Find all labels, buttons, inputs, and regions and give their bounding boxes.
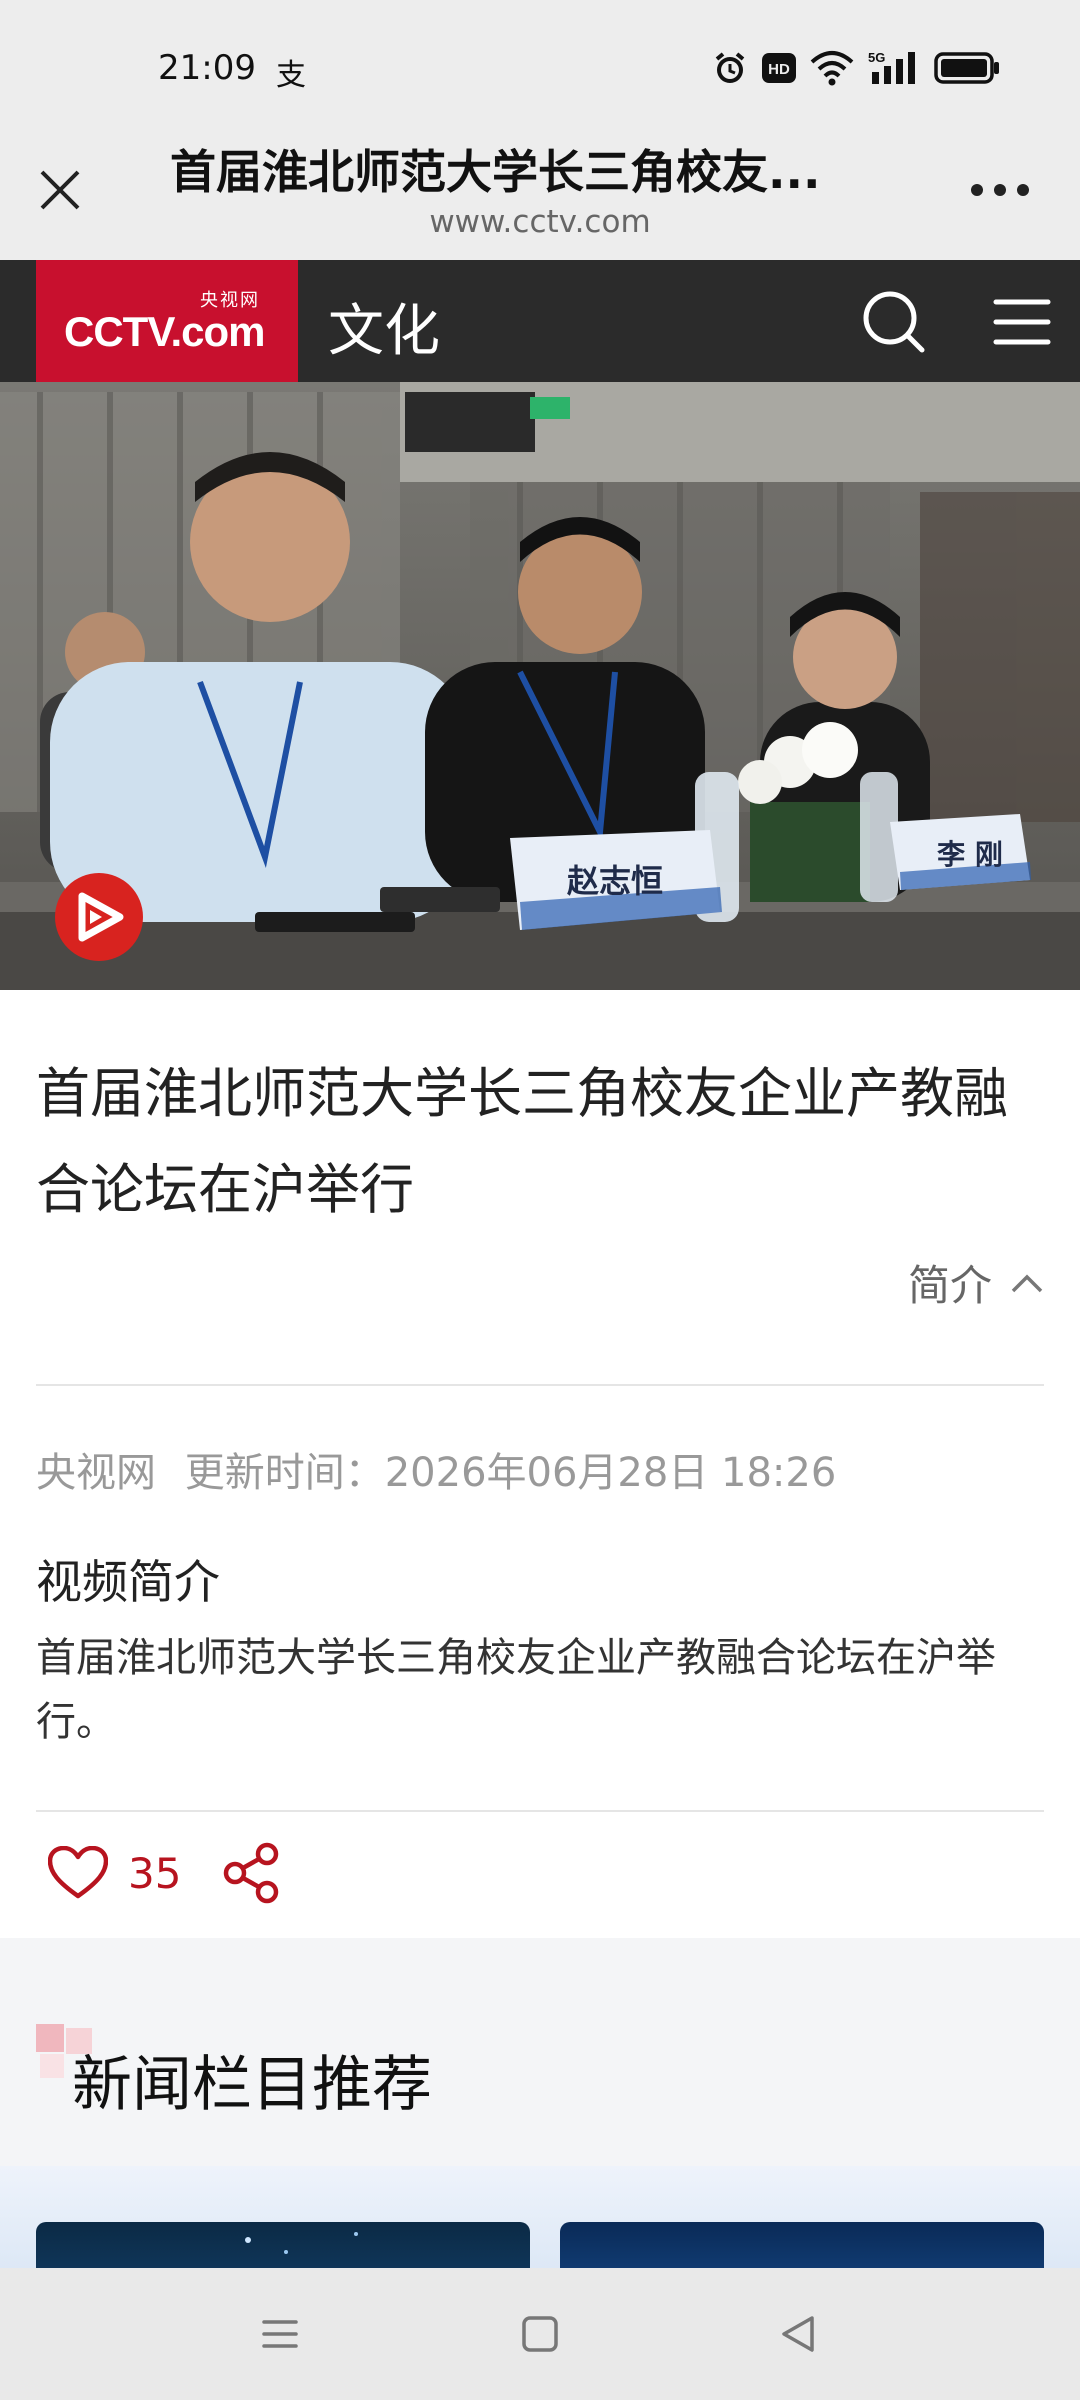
cctv-logo[interactable]: 央视网 CCTV.com <box>36 260 298 382</box>
section-title[interactable]: 文化 <box>328 286 440 367</box>
network-label: 5G <box>868 50 885 65</box>
name-card-1: 赵志恒 <box>567 862 663 900</box>
site-header: 央视网 CCTV.com 文化 <box>0 260 1080 382</box>
intro-toggle-button[interactable]: 简介 <box>908 1252 1044 1313</box>
browser-title-bar: 首届淮北师范大学长三角校友... www.cctv.com <box>0 120 1080 260</box>
search-icon[interactable] <box>858 286 930 358</box>
more-button[interactable] <box>960 160 1040 220</box>
page-title: 首届淮北师范大学长三角校友... <box>170 145 821 199</box>
nav-back-button[interactable] <box>768 2304 828 2364</box>
recommend-title: 新闻栏目推荐 <box>72 2050 432 2120</box>
nav-home-button[interactable] <box>510 2304 570 2364</box>
video-thumbnail[interactable]: 赵志恒 李 刚 <box>0 382 1080 990</box>
menu-icon[interactable] <box>990 290 1054 354</box>
back-triangle-icon <box>782 2316 814 2352</box>
article-source: 央视网 <box>36 1450 156 1496</box>
nav-menu-button[interactable] <box>250 2304 310 2364</box>
recommend-card[interactable] <box>36 2222 530 2268</box>
article-actions: 35 <box>48 1842 283 1904</box>
video-play-icon[interactable] <box>54 872 144 962</box>
article-title: 首届淮北师范大学长三角校友企业产教融合论坛在沪举行 <box>36 1062 1008 1221</box>
menu-icon <box>262 2320 298 2348</box>
name-card-2: 李 刚 <box>937 838 1003 871</box>
status-icons: HD 5G <box>712 50 1000 86</box>
description-body: 首届淮北师范大学长三角校友企业产教融合论坛在沪举行。 <box>36 1635 996 1745</box>
alarm-icon <box>715 52 745 83</box>
logo-main-text: CCTV.com <box>64 308 266 355</box>
5g-signal-icon: 5G <box>868 50 915 84</box>
chevron-up-icon <box>1011 1274 1043 1292</box>
status-bar: 21:09 支 HD 5G <box>0 0 1080 120</box>
hd-label: HD <box>768 61 790 78</box>
status-time: 21:09 <box>158 48 256 88</box>
share-icon[interactable] <box>221 1842 283 1904</box>
updated-time: 2026年06月28日 18:26 <box>384 1450 837 1496</box>
video-thumbnail-image: 赵志恒 李 刚 <box>0 382 1080 990</box>
system-nav-bar <box>0 2268 1080 2400</box>
updated-label: 更新时间： <box>184 1450 385 1496</box>
divider <box>36 1810 1044 1812</box>
more-icon <box>971 184 1029 196</box>
status-notification-indicator: 支 <box>276 58 306 93</box>
divider <box>36 1384 1044 1386</box>
intro-toggle-label: 简介 <box>907 1261 992 1310</box>
page-url: www.cctv.com <box>429 204 651 240</box>
like-button[interactable] <box>48 1846 108 1900</box>
home-square-icon <box>522 2316 558 2352</box>
description-heading: 视频简介 <box>36 1555 220 1609</box>
recommend-card-image <box>245 2232 358 2254</box>
like-count: 35 <box>128 1848 182 1898</box>
battery-icon <box>934 52 999 84</box>
recommend-card[interactable] <box>560 2222 1044 2268</box>
article-meta: 央视网 更新时间：2026年06月28日 18:26 <box>36 1440 836 1498</box>
hd-icon: HD <box>762 53 796 83</box>
wifi-icon <box>810 51 854 86</box>
